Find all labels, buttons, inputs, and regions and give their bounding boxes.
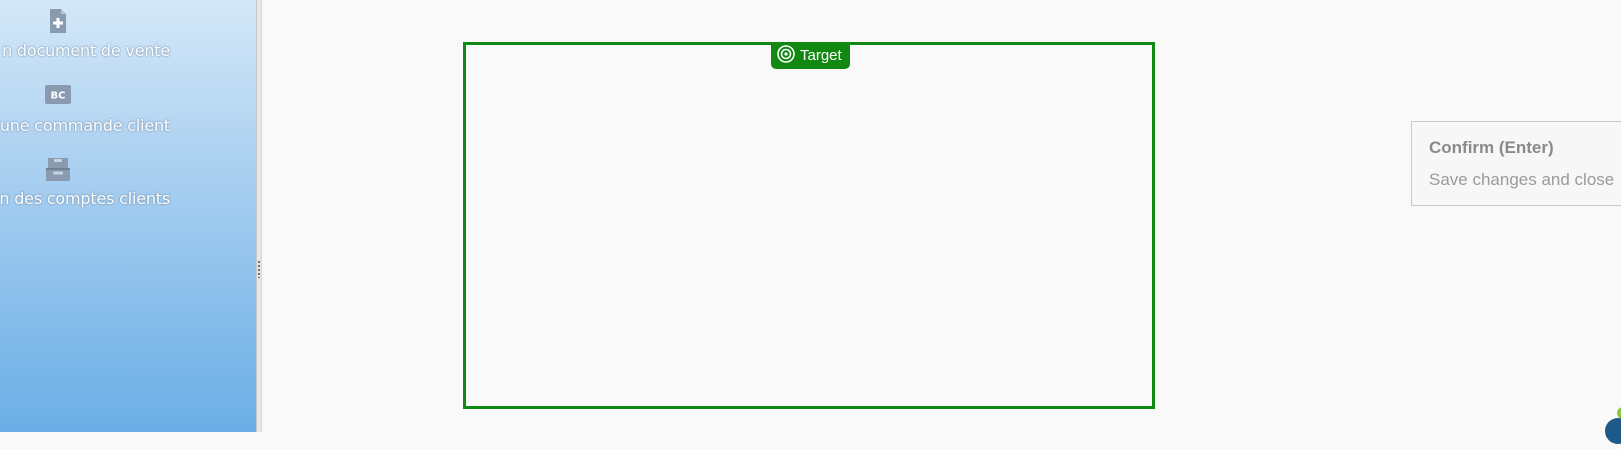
sidebar-item-label: une commande client (0, 116, 170, 135)
sidebar: n document de vente BC une commande clie… (0, 0, 256, 432)
sidebar-item-customer-order[interactable]: BC une commande client (0, 83, 256, 147)
sidebar-item-new-sales-document[interactable]: n document de vente (0, 8, 256, 72)
target-highlight-box (463, 42, 1155, 409)
sidebar-item-label: n des comptes clients (0, 189, 170, 208)
tooltip-title: Confirm (Enter) (1429, 138, 1554, 157)
panel-splitter[interactable] (256, 0, 262, 432)
target-label: Target (800, 47, 842, 64)
new-document-icon (46, 8, 70, 33)
splitter-grip-icon[interactable] (258, 260, 260, 278)
tooltip-description: Save changes and close (1429, 170, 1615, 189)
corner-logo-icon (1598, 405, 1621, 445)
bc-order-icon: BC (44, 83, 72, 107)
sidebar-item-label: n document de vente (2, 41, 170, 60)
target-badge: Target (771, 42, 850, 69)
sidebar-item-customer-accounts[interactable]: n des comptes clients (0, 156, 256, 220)
confirm-tooltip: Confirm (Enter) Save changes and close (1411, 121, 1621, 206)
target-icon (777, 44, 795, 67)
archive-box-icon (45, 156, 71, 181)
svg-text:BC: BC (51, 91, 66, 102)
